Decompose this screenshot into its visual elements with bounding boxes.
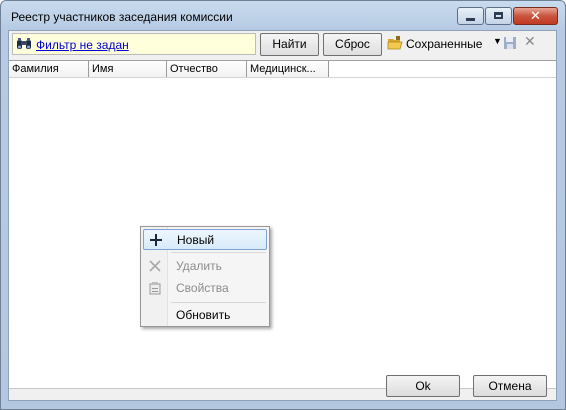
delete-filter-icon[interactable]: ✕ <box>524 33 536 50</box>
plus-icon <box>150 234 162 246</box>
saved-filters-label: Сохраненные <box>406 37 483 51</box>
menu-item-refresh[interactable]: Обновить <box>143 305 267 326</box>
delete-icon <box>149 260 161 272</box>
grid-header: Фамилия Имя Отчество Медицинск... <box>9 61 556 78</box>
menu-separator <box>171 302 266 303</box>
menu-item-label: Обновить <box>176 308 231 322</box>
dialog-window: Реестр участников заседания комиссии ✕ Ф… <box>0 0 566 410</box>
menu-item-label: Новый <box>177 233 215 247</box>
menu-item-properties[interactable]: Свойства <box>143 278 267 299</box>
reset-button[interactable]: Сброс <box>323 33 382 56</box>
filter-box[interactable]: Фильтр не задан <box>12 33 256 55</box>
maximize-button[interactable] <box>485 7 512 25</box>
minimize-button[interactable] <box>457 7 484 25</box>
menu-item-label: Удалить <box>176 259 222 273</box>
maximize-icon <box>494 12 503 19</box>
close-button[interactable]: ✕ <box>513 7 558 25</box>
binoculars-icon <box>17 38 31 49</box>
filter-link[interactable]: Фильтр не задан <box>36 38 129 52</box>
minimize-icon <box>466 18 475 21</box>
participants-grid[interactable]: Фамилия Имя Отчество Медицинск... Новый <box>9 60 556 389</box>
close-icon: ✕ <box>530 8 541 23</box>
window-title: Реестр участников заседания комиссии <box>11 10 233 24</box>
menu-separator <box>171 252 266 253</box>
menu-item-delete[interactable]: Удалить <box>143 256 267 277</box>
properties-icon <box>149 282 161 295</box>
menu-item-label: Свойства <box>176 281 229 295</box>
folder-open-icon <box>387 36 403 50</box>
save-icon[interactable] <box>503 36 517 50</box>
context-menu: Новый Удалить Свойства Обновить <box>140 226 270 327</box>
column-header-patronymic[interactable]: Отчество <box>167 61 247 77</box>
column-header-medical[interactable]: Медицинск... <box>247 61 329 77</box>
find-button[interactable]: Найти <box>260 33 319 56</box>
chevron-down-icon: ▼ <box>493 36 502 46</box>
title-bar[interactable]: Реестр участников заседания комиссии ✕ <box>1 1 565 29</box>
column-header-surname[interactable]: Фамилия <box>9 61 89 77</box>
column-header-name[interactable]: Имя <box>89 61 167 77</box>
ok-button[interactable]: Ok <box>386 375 460 397</box>
client-area: Фильтр не задан Найти Сброс Сохраненные … <box>8 30 557 401</box>
cancel-button[interactable]: Отмена <box>473 375 547 397</box>
menu-item-new[interactable]: Новый <box>143 229 267 250</box>
